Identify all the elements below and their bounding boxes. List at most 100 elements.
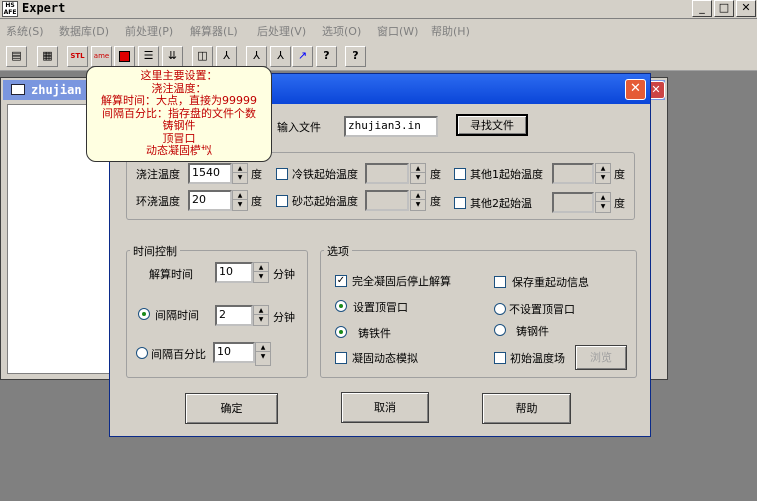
menu-system[interactable]: 系统(S) (6, 23, 44, 39)
help-icon[interactable]: ? (316, 46, 337, 67)
solve-time-spinner[interactable]: ▲ ▼ (253, 262, 269, 283)
cast-iron-label: 铸铁件 (358, 327, 391, 340)
time-control-title: 时间控制 (130, 243, 180, 259)
other2-start-spinner[interactable]: ▲ ▼ (595, 192, 611, 213)
close-button[interactable]: ✕ (736, 0, 756, 17)
iron-start-checkbox[interactable] (276, 168, 288, 180)
tooltip-line: 动态凝固模拟 (146, 144, 212, 157)
stop-when-solid-label: 完全凝固后停止解算 (352, 275, 451, 288)
child-title: zhujian (31, 83, 82, 97)
browse-button[interactable]: 浏览 (575, 345, 627, 370)
table-icon[interactable]: ▦ (37, 46, 58, 67)
sand-core-start-checkbox[interactable] (276, 195, 288, 207)
ame-icon[interactable]: ame (91, 46, 112, 67)
unit-degree: 度 (614, 197, 625, 210)
iron-start-label: 冷铁起始温度 (292, 168, 358, 181)
list-icon[interactable]: ☰ (138, 46, 159, 67)
split-icon[interactable]: ◫ (192, 46, 213, 67)
no-riser-radio[interactable] (494, 303, 506, 315)
app-title: Expert (22, 1, 66, 15)
menu-database[interactable]: 数据库(D) (59, 23, 109, 39)
ambient-temp-spinner[interactable]: ▲ ▼ (232, 190, 248, 211)
cancel-button[interactable]: 取消 (341, 392, 429, 423)
dialog-close-button[interactable]: ✕ (625, 79, 646, 100)
interval-time-field[interactable]: 2 (215, 305, 253, 326)
sand-core-start-field[interactable] (365, 190, 409, 211)
input-file-label: 输入文件 (277, 121, 321, 134)
other1-start-field[interactable] (552, 163, 594, 184)
window-icon (11, 84, 25, 95)
unit-minute: 分钟 (273, 268, 295, 281)
tooltip-line: 这里主要设置： (140, 69, 218, 82)
stop-icon[interactable] (114, 46, 135, 67)
stop-when-solid-checkbox[interactable]: ✓ (335, 275, 347, 287)
dynamic-sim-checkbox[interactable] (335, 352, 347, 364)
anchor-icon-1[interactable]: ⅄ (216, 46, 237, 67)
anchor-icon-3[interactable]: ⅄ (270, 46, 291, 67)
find-file-button[interactable]: 寻找文件 (456, 114, 528, 136)
pour-temp-label: 浇注温度 (136, 168, 180, 181)
initial-temp-field-label: 初始温度场 (510, 352, 565, 365)
unit-degree: 度 (430, 195, 441, 208)
input-file-field[interactable]: zhujian3.in (344, 116, 438, 137)
menu-postprocess[interactable]: 后处理(V) (257, 23, 306, 39)
save-restart-label: 保存重起动信息 (512, 276, 589, 289)
options-title: 选项 (324, 243, 352, 259)
menu-preprocess[interactable]: 前处理(P) (125, 23, 173, 39)
unit-degree: 度 (430, 168, 441, 181)
solve-time-field[interactable]: 10 (215, 262, 253, 283)
menu-options[interactable]: 选项(O) (322, 23, 361, 39)
other1-start-spinner[interactable]: ▲ ▼ (595, 163, 611, 184)
app-icon: HS AFE (2, 1, 18, 17)
tooltip-line: 解算时间：大点，直接为99999 (101, 94, 257, 107)
interval-percent-spinner[interactable]: ▲ ▼ (255, 342, 271, 366)
initial-temp-field-checkbox[interactable] (494, 352, 506, 364)
iron-start-field[interactable] (365, 163, 409, 184)
stl-icon[interactable]: STL (67, 46, 88, 67)
new-doc-icon[interactable]: ▤ (6, 46, 27, 67)
minimize-button[interactable]: _ (692, 0, 712, 17)
unit-degree: 度 (251, 168, 262, 181)
interval-time-spinner[interactable]: ▲ ▼ (253, 305, 269, 326)
maximize-button[interactable]: □ (714, 0, 734, 17)
no-riser-label: 不设置顶冒口 (509, 303, 575, 316)
tooltip-pointer (195, 150, 209, 160)
cast-iron-radio[interactable] (335, 326, 347, 338)
unit-minute: 分钟 (273, 311, 295, 324)
menu-bar: 系统(S) 数据库(D) 前处理(P) 解算器(L) 后处理(V) 选项(O) … (0, 19, 757, 41)
app-title-bar: HS AFE Expert _ □ ✕ (0, 0, 757, 18)
pour-temp-field[interactable]: 1540 (188, 163, 232, 184)
cast-steel-radio[interactable] (494, 324, 506, 336)
help-tooltip: 这里主要设置： 浇注温度： 解算时间：大点，直接为99999 间隔百分比：指存盘… (86, 66, 272, 162)
set-riser-label: 设置顶冒口 (353, 301, 408, 314)
unit-degree: 度 (614, 168, 625, 181)
dynamic-sim-label: 凝固动态模拟 (352, 352, 418, 365)
interval-time-label: 间隔时间 (155, 309, 199, 322)
interval-percent-field[interactable]: 10 (213, 342, 255, 363)
list-down-icon[interactable]: ⇊ (162, 46, 183, 67)
save-restart-checkbox[interactable] (494, 276, 506, 288)
menu-help[interactable]: 帮助(H) (431, 23, 470, 39)
other2-start-checkbox[interactable] (454, 197, 466, 209)
help-button[interactable]: 帮助 (482, 393, 571, 424)
other1-start-label: 其他1起始温度 (470, 168, 543, 181)
chart-icon[interactable]: ↗ (292, 46, 313, 67)
context-help-icon[interactable]: ? (345, 46, 366, 67)
app-icon-text-top: HS (5, 2, 15, 9)
ambient-temp-field[interactable]: 20 (188, 190, 232, 211)
sand-core-start-label: 砂芯起始温度 (292, 195, 358, 208)
other2-start-field[interactable] (552, 192, 594, 213)
pour-temp-spinner[interactable]: ▲ ▼ (232, 163, 248, 184)
interval-time-radio[interactable] (138, 308, 150, 320)
anchor-icon-2[interactable]: ⅄ (246, 46, 267, 67)
iron-start-spinner[interactable]: ▲ ▼ (410, 163, 426, 184)
interval-percent-radio[interactable] (136, 347, 148, 359)
other1-start-checkbox[interactable] (454, 168, 466, 180)
sand-core-start-spinner[interactable]: ▲ ▼ (410, 190, 426, 211)
cast-steel-label: 铸钢件 (516, 325, 549, 338)
set-riser-radio[interactable] (335, 300, 347, 312)
ok-button[interactable]: 确定 (185, 393, 278, 424)
unit-degree: 度 (251, 195, 262, 208)
menu-window[interactable]: 窗口(W) (377, 23, 418, 39)
menu-solver[interactable]: 解算器(L) (190, 23, 238, 39)
